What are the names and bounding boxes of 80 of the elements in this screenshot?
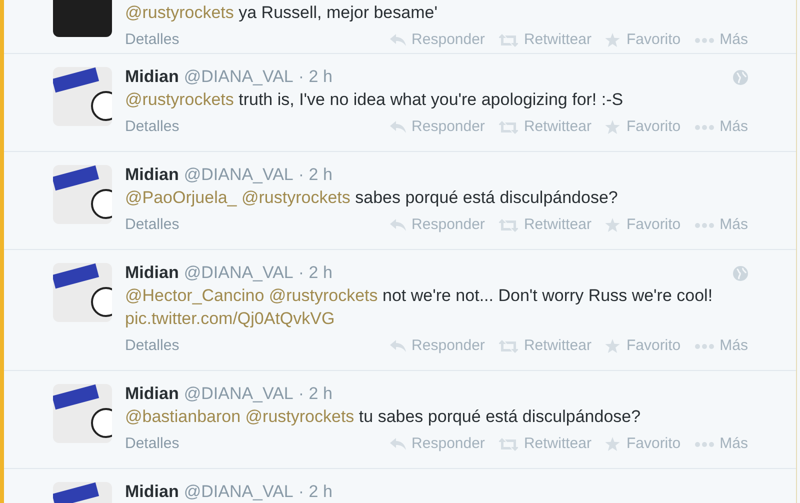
retweet-icon — [498, 120, 518, 134]
user-name[interactable]: Midian — [125, 479, 179, 503]
retweet-button[interactable]: Retwittear — [498, 116, 592, 138]
more-button[interactable]: Más — [694, 334, 748, 358]
tweet-time[interactable]: · 2 h — [298, 162, 332, 188]
more-icon — [694, 344, 714, 348]
reply-icon — [390, 34, 406, 46]
favorite-button[interactable]: Favorito — [605, 214, 681, 236]
avatar-photo-placeholder — [53, 263, 112, 322]
tweet-text: @PaoOrjuela_ @rustyrockets sabes porqué está disculpándose? — [125, 187, 619, 209]
details-link[interactable]: Detalles — [125, 432, 180, 456]
reply-button[interactable]: Responder — [390, 334, 485, 358]
mention-link[interactable]: @rustyrockets — [242, 188, 350, 207]
retweet-icon — [498, 34, 518, 46]
favorite-button[interactable]: Favorito — [605, 334, 681, 358]
user-name[interactable]: Midian — [125, 64, 179, 90]
tweet-text: @bastianbaron @rustyrockets tu sabes porqué está disculpándose? — [125, 406, 642, 428]
reply-icon — [390, 340, 406, 352]
globe-icon — [733, 266, 748, 280]
tweet-time[interactable]: · 2 h — [298, 260, 332, 286]
retweet-icon — [498, 218, 518, 232]
tweet-time[interactable]: · 2 h — [298, 381, 332, 407]
user-name[interactable]: Midian — [125, 260, 179, 286]
star-icon — [605, 33, 620, 47]
more-button[interactable]: Más — [694, 432, 748, 456]
tweet-text: @Hector_Cancino @rustyrockets not we're not... Don't worry Russ we're cool! pic.twitter.com/Qj0AtQvkVG — [125, 285, 714, 330]
retweet-icon — [498, 438, 518, 450]
details-link[interactable]: Detalles — [125, 214, 180, 236]
more-icon — [694, 222, 714, 228]
favorite-button[interactable]: Favorito — [605, 432, 681, 456]
retweet-button[interactable]: Retwittear — [498, 28, 592, 52]
avatar-photo-placeholder — [53, 384, 112, 443]
reply-icon — [390, 438, 406, 450]
reply-icon — [390, 219, 406, 231]
favorite-button[interactable]: Favorito — [605, 28, 681, 52]
details-link[interactable]: Detalles — [125, 334, 180, 358]
retweet-button[interactable]: Retwittear — [498, 214, 592, 236]
more-button[interactable]: Más — [694, 214, 748, 236]
reply-button[interactable]: Responder — [390, 28, 485, 52]
user-handle[interactable]: @DIANA_VAL — [184, 64, 294, 90]
star-icon — [605, 218, 620, 232]
mention-link[interactable]: @PaoOrjuela_ — [125, 188, 237, 207]
details-link[interactable]: Detalles — [125, 28, 180, 52]
tweet-text: @rustyrockets ya Russell, mejor besame' — [125, 2, 438, 24]
star-icon — [605, 120, 620, 134]
user-name[interactable]: Midian — [125, 381, 179, 407]
more-button[interactable]: Más — [694, 28, 748, 52]
mention-link[interactable]: @rustyrockets — [125, 3, 234, 22]
retweet-button[interactable]: Retwittear — [498, 334, 592, 358]
reply-button[interactable]: Responder — [390, 432, 485, 456]
reply-button[interactable]: Responder — [390, 116, 485, 138]
avatar-photo-placeholder — [53, 165, 112, 224]
more-button[interactable]: Más — [694, 116, 748, 138]
favorite-button[interactable]: Favorito — [605, 116, 681, 138]
user-handle[interactable]: @DIANA_VAL — [184, 479, 294, 503]
retweet-button[interactable]: Retwittear — [498, 432, 592, 456]
mention-link[interactable]: @rustyrockets — [245, 407, 354, 426]
reply-icon — [390, 121, 406, 133]
star-icon — [605, 437, 620, 451]
tweet-time[interactable]: · 2 h — [298, 479, 332, 503]
mention-link[interactable]: @bastianbaron — [125, 407, 241, 426]
user-handle[interactable]: @DIANA_VAL — [184, 381, 294, 407]
picture-link[interactable]: pic.twitter.com/Qj0AtQvkVG — [125, 309, 335, 328]
user-handle[interactable]: @DIANA_VAL — [184, 162, 294, 188]
star-icon — [605, 339, 620, 353]
tweet-time[interactable]: · 2 h — [298, 64, 332, 90]
retweet-icon — [498, 340, 518, 352]
more-icon — [694, 38, 714, 42]
more-icon — [694, 124, 714, 130]
mention-link[interactable]: @rustyrockets — [268, 286, 378, 305]
reply-button[interactable]: Responder — [390, 214, 485, 236]
globe-icon — [733, 70, 748, 84]
tweet-text: @rustyrockets truth is, I've no idea what you're apologizing for! :-S — [125, 89, 624, 111]
details-link[interactable]: Detalles — [125, 116, 180, 138]
user-name[interactable]: Midian — [125, 162, 179, 188]
more-icon — [694, 442, 714, 446]
avatar-photo-placeholder — [53, 67, 112, 126]
user-handle[interactable]: @DIANA_VAL — [184, 260, 294, 286]
mention-link[interactable]: @Hector_Cancino — [125, 286, 264, 305]
mention-link[interactable]: @rustyrockets — [125, 90, 234, 109]
